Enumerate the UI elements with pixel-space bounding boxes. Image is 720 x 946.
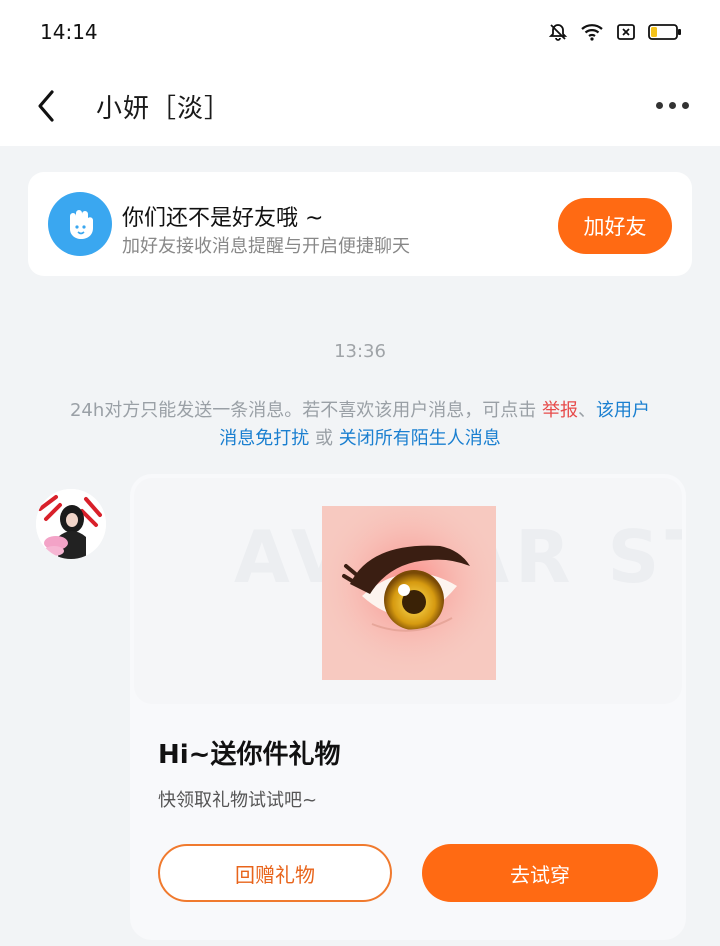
mute-user-link-part1[interactable]: 该用户: [596, 400, 650, 421]
top-bar: 14:14 小妍［淡］: [0, 0, 720, 146]
gift-subtitle: 快领取礼物试试吧~: [158, 790, 318, 811]
friend-prompt-card: 你们还不是好友哦 ~ 加好友接收消息提醒与开启便捷聊天 加好友: [28, 172, 692, 276]
sim-blocked-icon: [616, 22, 636, 42]
mute-user-link[interactable]: 消息免打扰: [219, 428, 309, 449]
battery-icon: [648, 22, 682, 42]
bell-off-icon: [548, 22, 568, 42]
status-icons: [548, 20, 682, 44]
more-dots-icon: [655, 101, 663, 109]
page-title: 小妍［淡］: [96, 94, 232, 124]
chevron-left-icon: [38, 90, 54, 122]
friend-prompt-subtitle: 加好友接收消息提醒与开启便捷聊天: [122, 236, 410, 257]
notice-separator: 、: [578, 400, 597, 421]
notice-text: 24h对方只能发送一条消息。若不喜欢该用户消息，可点击: [69, 400, 543, 421]
friend-prompt-title: 你们还不是好友哦 ~: [122, 206, 324, 231]
back-button[interactable]: [30, 84, 70, 128]
message-timestamp: 13:36: [334, 341, 386, 362]
gift-title: Hi~送你件礼物: [158, 740, 341, 770]
add-friend-button[interactable]: 加好友: [558, 198, 672, 254]
gift-item-image: [322, 506, 496, 680]
report-link[interactable]: 举报: [542, 400, 578, 421]
notice-or: 或: [309, 428, 339, 449]
avatar[interactable]: [36, 489, 106, 559]
gift-preview[interactable]: AVATAR STORE: [134, 478, 682, 704]
hand-wave-icon: [48, 192, 112, 256]
return-gift-button[interactable]: 回赠礼物: [158, 844, 392, 902]
status-time: 14:14: [40, 20, 98, 44]
try-on-button[interactable]: 去试穿: [422, 844, 658, 902]
more-button[interactable]: [654, 90, 690, 120]
stranger-message-notice: 24h对方只能发送一条消息。若不喜欢该用户消息，可点击 举报、该用户 消息免打扰 …: [20, 397, 700, 453]
wifi-icon: [580, 22, 604, 42]
close-stranger-messages-link[interactable]: 关闭所有陌生人消息: [339, 428, 501, 449]
gift-message-card: AVATAR STORE: [130, 474, 686, 940]
